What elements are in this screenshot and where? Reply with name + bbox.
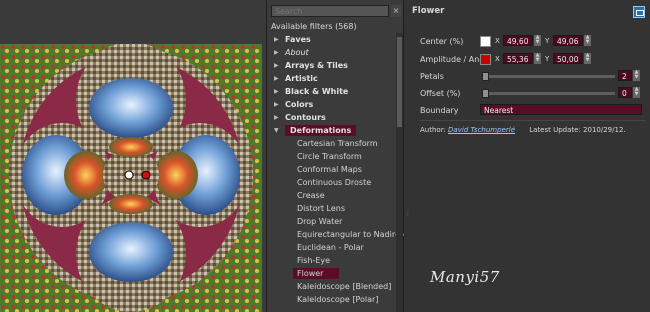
offset-slider-knob[interactable] (482, 89, 489, 98)
flower-preview-graphic (0, 44, 262, 312)
amplitude-y-spinner[interactable]: ▲ ▼ (584, 53, 591, 64)
filter-item[interactable]: Equirectangular to Nadir-Zenith (267, 228, 423, 241)
offset-value-field[interactable]: 0 (618, 87, 632, 98)
petals-slider[interactable] (483, 75, 615, 78)
filter-tree: ▶ Faves ▶ About ▶ Arrays & Tiles ▶ Artistic … (267, 33, 423, 306)
category-artistic[interactable]: ▶ Artistic (267, 72, 395, 85)
boundary-select[interactable]: Nearest (480, 104, 642, 115)
chevron-right-icon: ▶ (274, 75, 279, 82)
chevron-down-icon: ▼ (274, 127, 279, 134)
chevron-right-icon: ▶ (274, 101, 279, 108)
filter-item[interactable]: Fish-Eye (267, 254, 395, 267)
search-input[interactable] (271, 5, 389, 17)
category-about[interactable]: ▶ About (267, 46, 395, 59)
center-x-label: X (495, 37, 500, 45)
category-deformations[interactable]: ▼ Deformations (267, 124, 395, 137)
category-contours[interactable]: ▶ Contours (267, 111, 395, 124)
chevron-right-icon: ▶ (274, 114, 279, 121)
amplitude-y-field[interactable]: 50,00 (553, 53, 583, 64)
filter-title: Flower (412, 6, 445, 16)
scrollbar-thumb[interactable] (397, 37, 402, 127)
amplitude-handle[interactable] (141, 170, 151, 180)
petals-slider-knob[interactable] (482, 72, 489, 81)
offset-spinner[interactable]: ▲ ▼ (633, 87, 640, 98)
chevron-right-icon: ▶ (274, 62, 279, 69)
boundary-label: Boundary (420, 106, 459, 115)
filter-item[interactable]: Circle Transform (267, 150, 395, 163)
filter-item[interactable]: Kaleidoscope [Blended] (267, 280, 395, 293)
filters-count: Available filters (568) (271, 22, 357, 31)
center-color-swatch[interactable] (480, 36, 491, 47)
amplitude-y-label: Y (545, 55, 550, 63)
filter-item[interactable]: Euclidean - Polar (267, 241, 395, 254)
amplitude-x-label: X (495, 55, 500, 63)
signature: Manyi57 (430, 268, 500, 286)
petals-spinner[interactable]: ▲ ▼ (633, 70, 640, 81)
offset-slider[interactable] (483, 92, 615, 95)
author-link[interactable]: David Tschumperlé (448, 126, 515, 134)
preview-pane (0, 0, 266, 312)
author-line: Author: David Tschumperlé Latest Update:… (420, 126, 626, 134)
center-label: Center (%) (420, 37, 464, 46)
splitter-handle-icon[interactable]: ⋮ (405, 210, 411, 218)
clear-search-icon[interactable]: × (391, 5, 401, 17)
filter-item[interactable]: Kaleidoscope [Polar] (267, 293, 395, 306)
filter-item[interactable]: Distort Lens (267, 202, 395, 215)
center-y-label: Y (545, 37, 550, 45)
divider (420, 120, 646, 121)
chevron-right-icon: ▶ (274, 49, 279, 56)
category-arrays-tiles[interactable]: ▶ Arrays & Tiles (267, 59, 395, 72)
category-colors[interactable]: ▶ Colors (267, 98, 395, 111)
amplitude-x-field[interactable]: 55,36 (503, 53, 533, 64)
filter-item[interactable]: Continuous Droste (267, 176, 395, 189)
offset-label: Offset (%) (420, 89, 461, 98)
center-x-field[interactable]: 49,60 (503, 35, 533, 46)
filter-item-selected[interactable]: Flower (267, 267, 395, 280)
petals-label: Petals (420, 72, 444, 81)
petals-value-field[interactable]: 2 (618, 70, 632, 81)
chevron-right-icon: ▶ (274, 88, 279, 95)
filter-item[interactable]: Drop Water (267, 215, 395, 228)
center-x-spinner[interactable]: ▲ ▼ (534, 35, 541, 46)
category-black-white[interactable]: ▶ Black & White (267, 85, 395, 98)
filter-item[interactable]: Crease (267, 189, 395, 202)
preview-image[interactable] (0, 44, 262, 312)
amplitude-x-spinner[interactable]: ▲ ▼ (534, 53, 541, 64)
filter-item[interactable]: Conformal Maps (267, 163, 395, 176)
settings-pane: Flower Center (%) X 49,60 ▲ ▼ Y 49,06 ▲ ▼ … (404, 0, 650, 312)
filter-scrollbar[interactable] (396, 33, 403, 312)
category-faves[interactable]: ▶ Faves (267, 33, 395, 46)
filters-pane: × Available filters (568) ▶Faves ▶About … (266, 0, 423, 312)
amplitude-color-swatch[interactable] (480, 54, 491, 65)
center-handle[interactable] (124, 170, 134, 180)
chevron-right-icon: ▶ (274, 36, 279, 43)
maximize-preview-icon[interactable] (633, 6, 645, 18)
center-y-spinner[interactable]: ▲ ▼ (584, 35, 591, 46)
filter-item[interactable]: Cartesian Transform (267, 137, 395, 150)
center-y-field[interactable]: 49,06 (553, 35, 583, 46)
